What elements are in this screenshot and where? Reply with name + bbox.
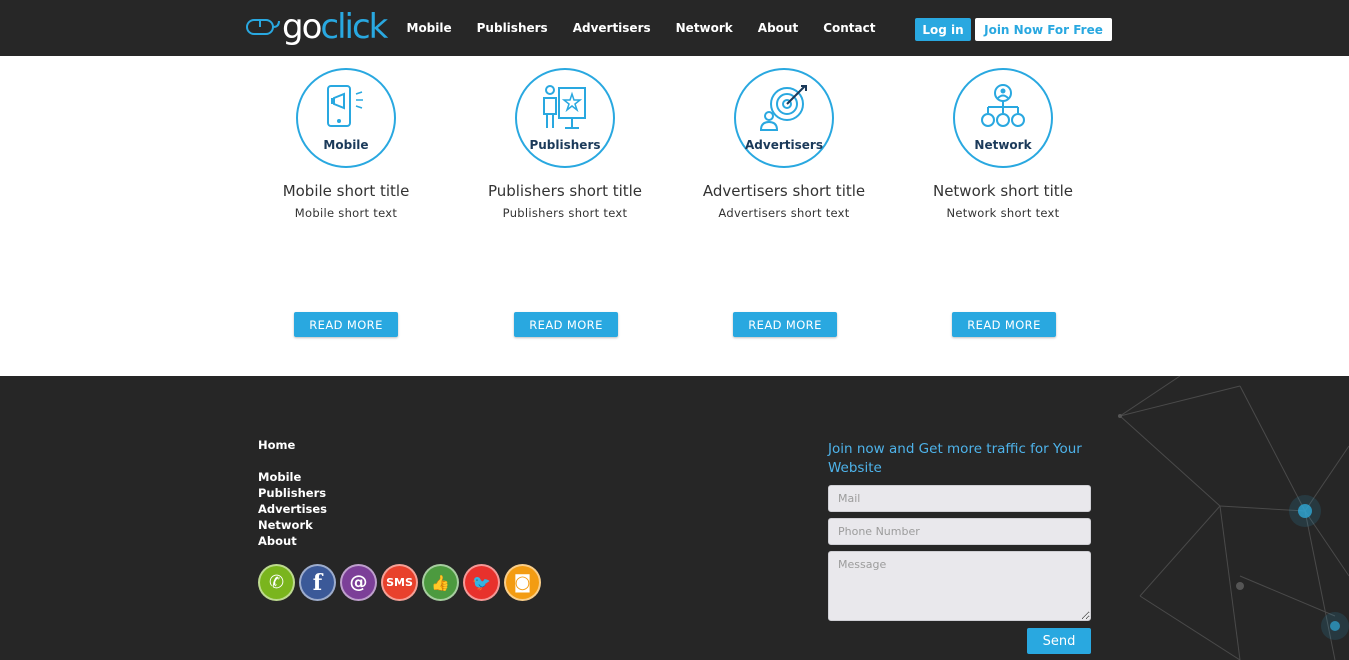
feature-title: Network short title [932,182,1074,200]
logo-text-go: go [282,7,322,47]
circle-label: Advertisers [745,138,823,152]
smartphone-megaphone-icon [327,85,363,127]
nav-item-advertisers[interactable]: Advertisers [560,21,663,35]
feature-publishers: Publishers Publishers short title Publis… [455,68,675,220]
feature-title: Mobile short title [282,182,410,200]
feature-text: Advertisers short text [718,206,850,220]
read-more-publishers-button[interactable]: READ MORE [514,312,618,337]
nav-item-network[interactable]: Network [663,21,745,35]
feature-advertisers: Advertisers Advertisers short title Adve… [674,68,894,220]
nav-item-contact[interactable]: Contact [811,21,888,35]
like-icon[interactable]: 👍 [422,564,459,601]
advertisers-circle-icon: Advertisers [734,68,834,168]
circle-label: Publishers [529,138,601,152]
facebook-icon[interactable]: f [299,564,336,601]
feature-title: Advertisers short title [702,182,866,200]
sms-icon[interactable]: SMS [381,564,418,601]
twitter-icon[interactable]: 🐦 [463,564,500,601]
instagram-icon[interactable]: ◙ [504,564,541,601]
feature-mobile: Mobile Mobile short title Mobile short t… [236,68,456,220]
nav-item-mobile[interactable]: Mobile [394,21,464,35]
footer-link-publishers[interactable]: Publishers [258,486,326,500]
mouse-icon [246,19,280,35]
phone-icon[interactable]: ✆ [258,564,295,601]
goclick-logo[interactable]: go click [246,6,388,48]
phone-number-input[interactable] [828,518,1091,545]
org-chart-icon [981,84,1025,127]
footer-link-network[interactable]: Network [258,518,313,532]
email-icon[interactable]: @ [340,564,377,601]
top-navbar: go click Mobile Publishers Advertisers Ne… [0,0,1349,56]
network-background-graphic [1118,376,1349,660]
network-circle-icon: Network [953,68,1053,168]
circle-label: Network [974,138,1032,152]
main-nav: Mobile Publishers Advertisers Network Ab… [394,0,888,56]
feature-network: Network Network short title Network shor… [893,68,1113,220]
target-person-icon [759,85,807,131]
feature-title: Publishers short title [487,182,643,200]
feature-text: Mobile short text [294,206,398,220]
social-icons: ✆ f @ SMS 👍 🐦 ◙ [258,564,545,601]
login-button[interactable]: Log in [915,18,971,41]
join-heading: Join now and Get more traffic for Your W… [828,441,1082,476]
nav-item-about[interactable]: About [745,21,810,35]
send-button[interactable]: Send [1027,628,1091,654]
read-more-network-button[interactable]: READ MORE [952,312,1056,337]
nav-item-publishers[interactable]: Publishers [464,21,560,35]
footer-link-advertises[interactable]: Advertises [258,502,327,516]
join-now-button[interactable]: Join Now For Free [975,18,1112,41]
read-more-mobile-button[interactable]: READ MORE [294,312,398,337]
read-more-advertisers-button[interactable]: READ MORE [733,312,837,337]
mobile-circle-icon: Mobile [296,68,396,168]
footer: Home Mobile Publishers Advertises Networ… [0,376,1349,660]
feature-text: Publishers short text [502,206,628,220]
logo-text-click: click [320,7,388,47]
message-textarea[interactable] [828,551,1091,621]
circle-label: Mobile [323,138,369,152]
footer-link-mobile[interactable]: Mobile [258,470,301,484]
footer-link-about[interactable]: About [258,534,297,548]
feature-text: Network short text [946,206,1060,220]
footer-link-home[interactable]: Home [258,438,295,452]
mail-input[interactable] [828,485,1091,512]
publishers-circle-icon: Publishers [515,68,615,168]
presenter-board-icon [543,85,586,129]
